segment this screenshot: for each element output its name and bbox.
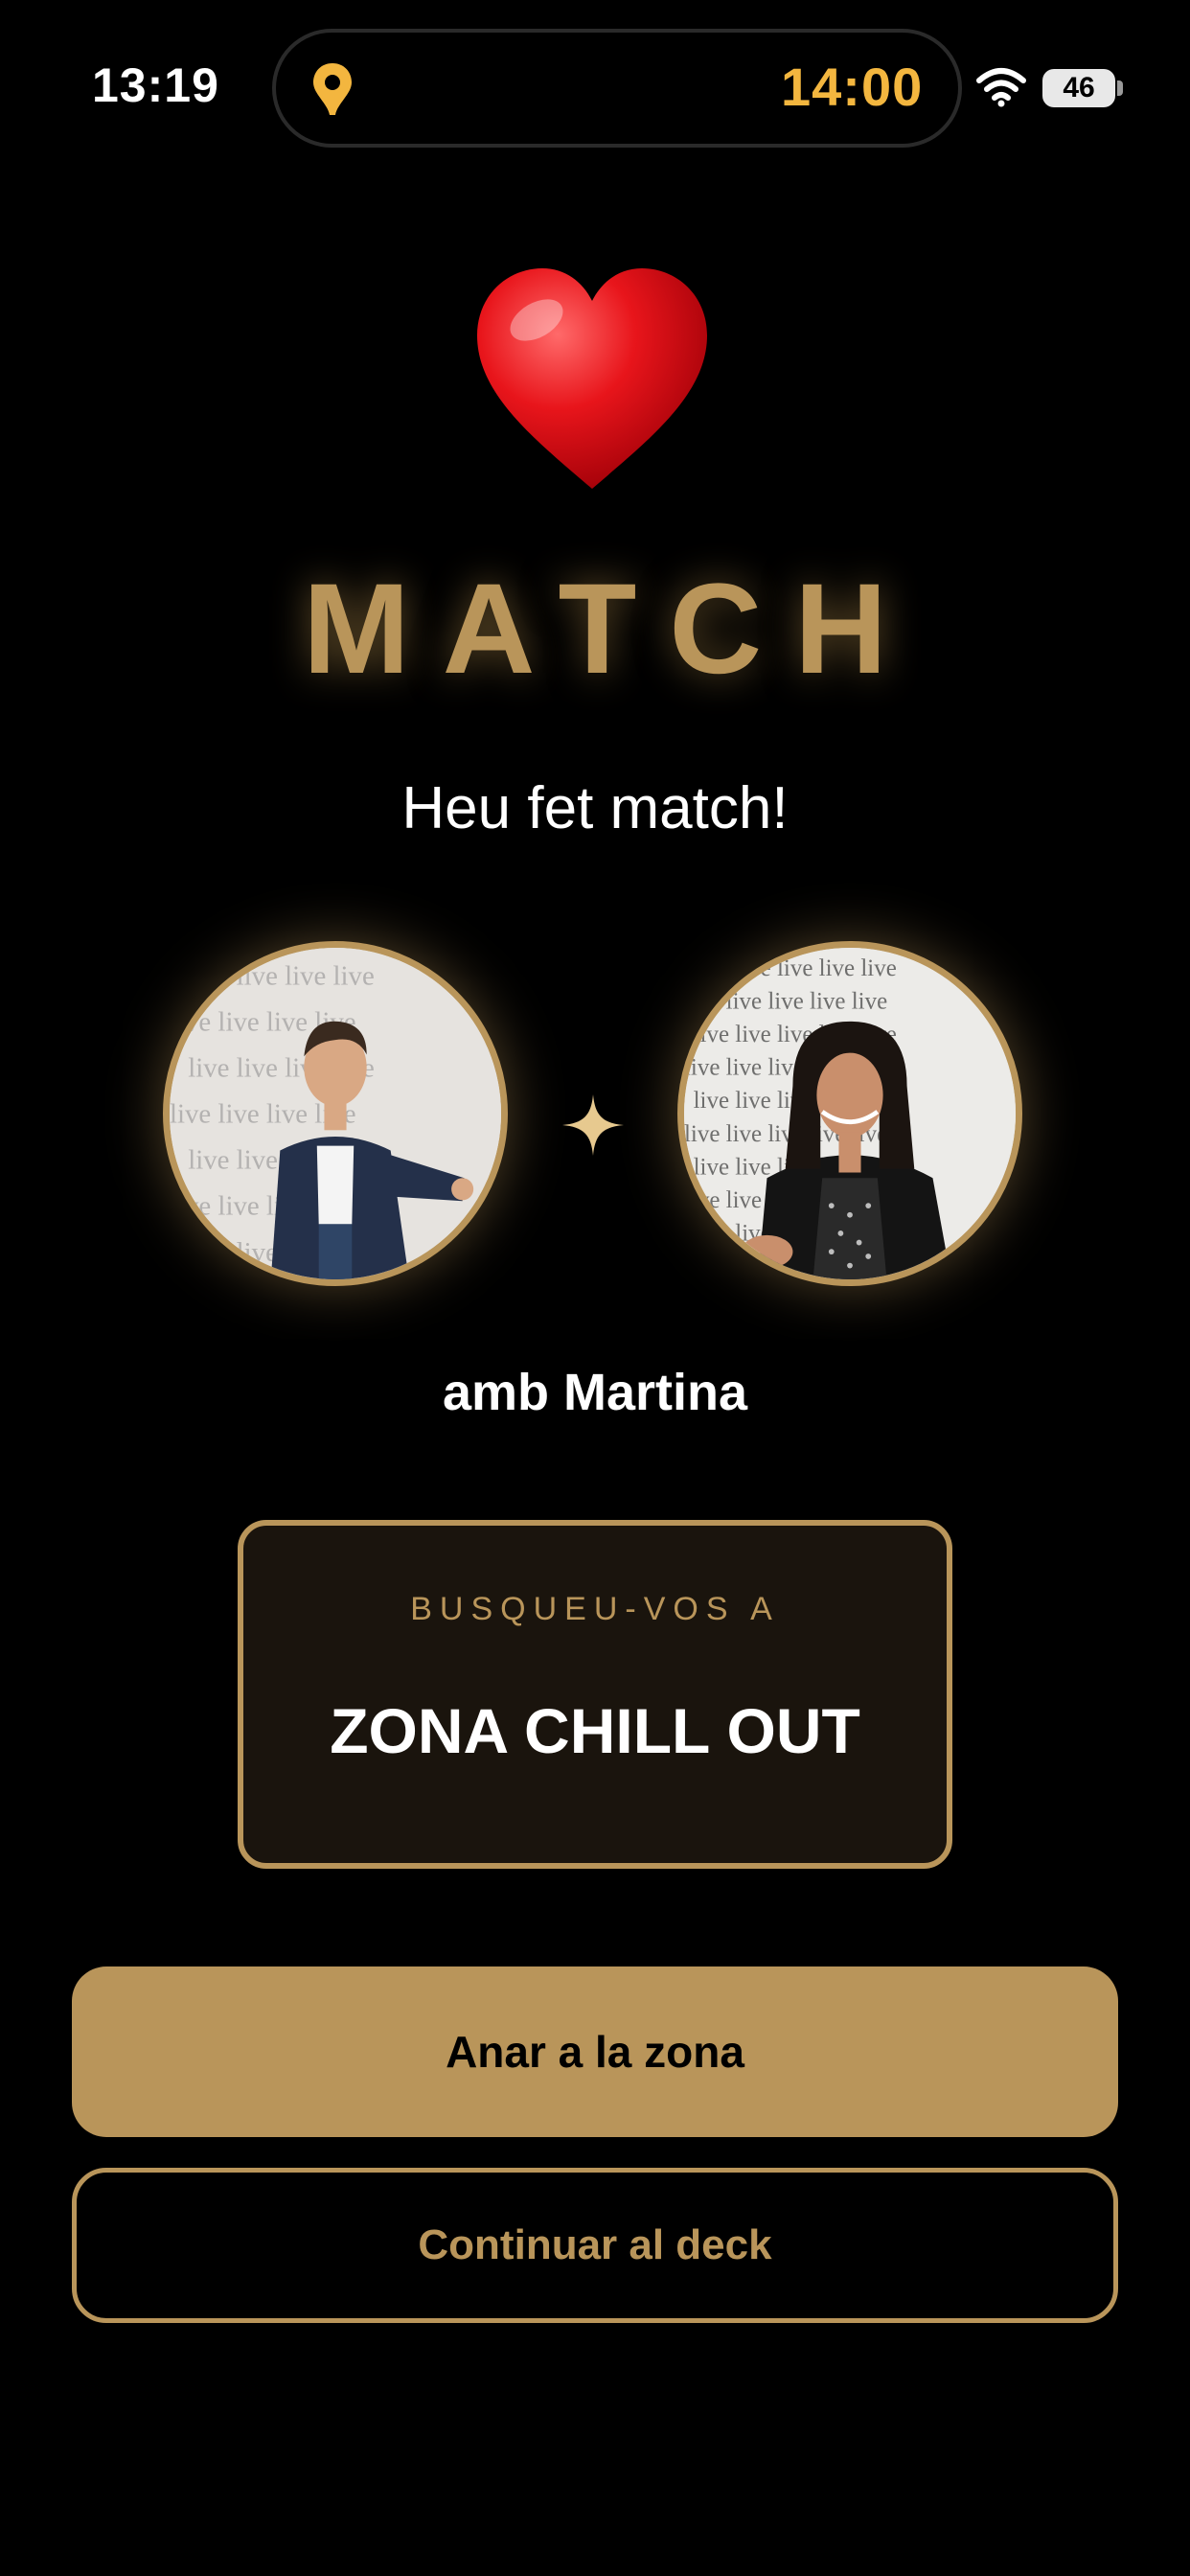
heart-icon xyxy=(469,261,715,498)
battery-tip xyxy=(1117,80,1123,96)
match-title: MATCH xyxy=(303,558,920,701)
partner-avatar[interactable]: live live live live live live live live … xyxy=(677,941,1022,1286)
location-pin-icon xyxy=(309,59,356,121)
svg-text:live live live live: live live live live xyxy=(188,960,375,991)
user-avatar[interactable]: live live live live live live live live … xyxy=(163,941,508,1286)
svg-text:live live live live live: live live live live live xyxy=(684,988,887,1014)
zone-name: ZONA CHILL OUT xyxy=(330,1695,860,1766)
sparkle-icon xyxy=(562,1094,624,1156)
island-time: 14:00 xyxy=(781,57,924,117)
partner-name: amb Martina xyxy=(442,1364,748,1421)
zone-label: BUSQUEU-VOS A xyxy=(410,1591,780,1627)
user-photo: live live live live live live live live … xyxy=(170,948,501,1279)
match-subtitle: Heu fet match! xyxy=(401,775,789,841)
status-time: 13:19 xyxy=(92,58,219,112)
go-to-zone-label: Anar a la zona xyxy=(446,2027,744,2077)
continue-to-deck-button[interactable]: Continuar al deck xyxy=(72,2168,1118,2323)
svg-text:live live live live live: live live live live live xyxy=(694,955,897,981)
wifi-icon xyxy=(975,67,1027,107)
battery-icon: 46 xyxy=(1042,69,1115,107)
battery-level: 46 xyxy=(1063,72,1095,104)
continue-to-deck-label: Continuar al deck xyxy=(418,2221,772,2268)
partner-photo: live live live live live live live live … xyxy=(684,948,1016,1279)
go-to-zone-button[interactable]: Anar a la zona xyxy=(72,1966,1118,2137)
